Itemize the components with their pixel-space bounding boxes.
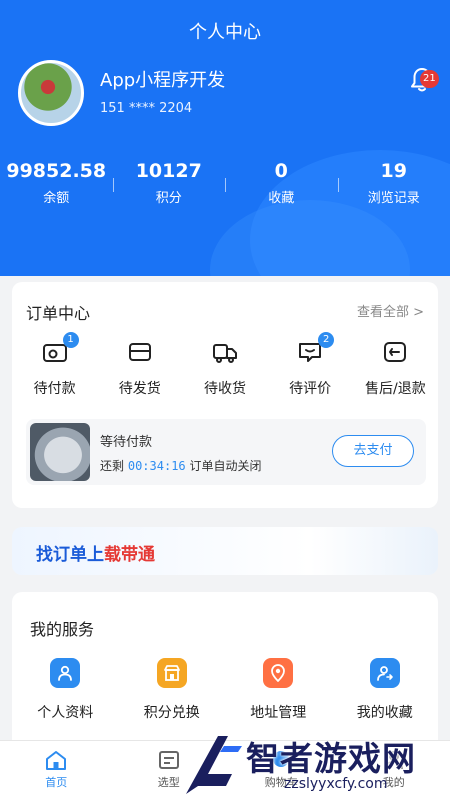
service-label: 积分兑换	[143, 705, 200, 721]
service-address-management[interactable]: 地址管理	[225, 658, 332, 722]
banner-text-part2: 载带通	[104, 545, 155, 565]
watermark-url: zzslyyxcfy.com	[284, 776, 388, 792]
page-title: 个人中心	[189, 22, 261, 43]
site-watermark: 智者游戏网 zzslyyxcfy.com	[180, 722, 450, 800]
avatar[interactable]	[18, 60, 84, 126]
order-center-title: 订单中心	[26, 304, 91, 323]
return-icon	[384, 342, 407, 362]
profile-icon	[50, 658, 81, 688]
notification-badge: 21	[420, 70, 439, 88]
order-status-label: 待付款	[33, 381, 76, 397]
order-status-after-sales[interactable]: 售后/退款	[353, 338, 438, 408]
product-thumbnail	[30, 423, 90, 481]
order-badge: 1	[62, 332, 79, 348]
service-points-exchange[interactable]: 积分兑换	[119, 658, 226, 722]
stat-value: 19	[380, 160, 407, 182]
card-icon	[128, 343, 151, 361]
username: App小程序开发	[100, 70, 226, 91]
order-center-card: 订单中心 查看全部 > 1 待付款 待发货 待收货 2 待评价 售后/退款 等待…	[12, 282, 438, 508]
order-badge: 2	[318, 332, 335, 348]
order-status-label: 待评价	[289, 381, 332, 397]
pay-button[interactable]: 去支付	[332, 435, 414, 467]
order-status-label: 待发货	[118, 381, 161, 397]
order-status-pending-receipt[interactable]: 待收货	[182, 338, 267, 408]
tab-label: 首页	[45, 776, 68, 789]
service-label: 个人资料	[37, 705, 94, 721]
countdown-timer: 00:34:16	[127, 459, 186, 473]
stat-value: 0	[274, 160, 288, 182]
order-status-row: 1 待付款 待发货 待收货 2 待评价 售后/退款	[12, 332, 438, 408]
home-icon	[46, 751, 67, 770]
stat-points[interactable]: 10127 积分	[112, 160, 226, 210]
order-status-pending-review[interactable]: 2 待评价	[268, 332, 353, 408]
countdown-prefix: 还剩	[100, 459, 125, 473]
services-row: 个人资料 积分兑换 地址管理 我的收藏	[12, 658, 438, 722]
promo-banner[interactable]: 找订单上载带通	[12, 527, 438, 575]
service-profile[interactable]: 个人资料	[12, 658, 119, 722]
view-all-orders-link[interactable]: 查看全部 >	[357, 301, 424, 320]
favorite-icon	[369, 658, 400, 688]
stat-balance[interactable]: 99852.58 余额	[0, 160, 113, 210]
order-status-label: 待收货	[203, 381, 246, 397]
watermark-title: 智者游戏网	[246, 739, 416, 778]
banner-text: 找订单上载带通	[36, 540, 155, 565]
stat-label: 收藏	[268, 191, 295, 206]
service-label: 地址管理	[250, 705, 307, 721]
stat-label: 浏览记录	[367, 191, 420, 206]
order-status-pending-shipment[interactable]: 待发货	[97, 338, 182, 408]
stat-label: 积分	[155, 191, 182, 206]
banner-text-part1: 找订单上	[36, 545, 104, 565]
stat-value: 10127	[135, 160, 202, 182]
stat-favorites[interactable]: 0 收藏	[225, 160, 338, 210]
tab-home[interactable]: 首页	[0, 741, 113, 800]
service-my-favorites[interactable]: 我的收藏	[332, 658, 439, 722]
select-icon	[158, 751, 179, 769]
watermark-logo-icon	[186, 736, 242, 794]
services-title: 我的服务	[30, 620, 95, 639]
stat-label: 余额	[43, 191, 70, 206]
truck-icon	[212, 344, 237, 363]
pending-payment-order[interactable]: 等待付款 还剩 00:34:16 订单自动关闭 去支付	[26, 419, 426, 485]
account-stats: 99852.58 余额 10127 积分 0 收藏 19 浏览记录	[0, 160, 450, 210]
countdown-suffix: 订单自动关闭	[189, 459, 262, 473]
order-status-label: 售后/退款	[364, 381, 426, 397]
address-icon	[263, 658, 294, 688]
stat-value: 99852.58	[6, 160, 107, 182]
pending-order-title: 等待付款	[100, 435, 153, 450]
pending-order-countdown: 还剩 00:34:16 订单自动关闭	[100, 457, 261, 474]
service-label: 我的收藏	[356, 705, 413, 721]
phone-number: 151 **** 2204	[100, 101, 193, 116]
stat-history[interactable]: 19 浏览记录	[337, 160, 450, 210]
shop-icon	[156, 658, 187, 688]
order-status-pending-payment[interactable]: 1 待付款	[12, 332, 97, 408]
